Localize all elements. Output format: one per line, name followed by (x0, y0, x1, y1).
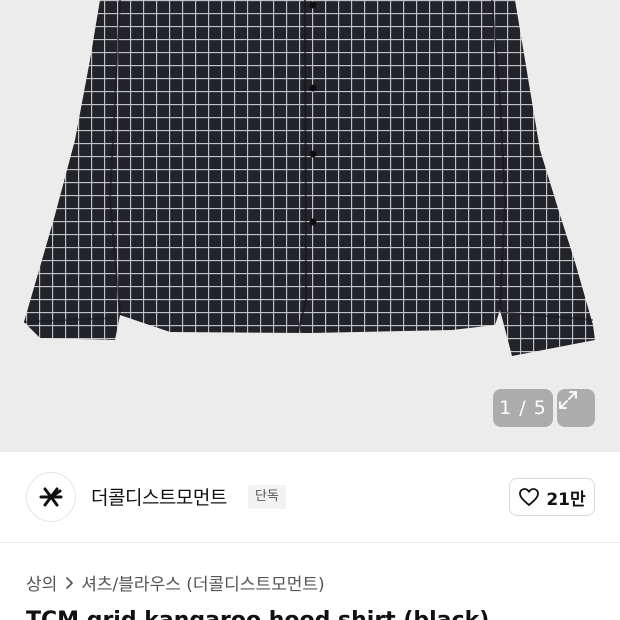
brand-logo[interactable] (26, 472, 76, 522)
like-button[interactable]: 21만 (509, 478, 595, 516)
like-count: 21만 (546, 489, 586, 510)
image-counter: 1 / 5 (493, 389, 553, 427)
exclusive-badge: 단독 (248, 485, 286, 509)
star-logo-icon (39, 487, 63, 507)
expand-icon (559, 391, 577, 409)
brand-row: 더콜디스트모먼트 단독 21만 (0, 452, 620, 542)
product-title: TCM grid kangaroo hood shirt (black) (26, 608, 489, 620)
breadcrumb: 상의 셔츠/블라우스 (더콜디스트모먼트) (26, 570, 325, 595)
breadcrumb-subcategory[interactable]: 셔츠/블라우스 (더콜디스트모먼트) (81, 570, 324, 595)
brand-name[interactable]: 더콜디스트모먼트 (91, 483, 227, 510)
expand-button[interactable] (557, 389, 595, 427)
heart-icon (519, 488, 540, 506)
product-image (23, 0, 595, 356)
product-image-gallery[interactable]: 1 / 5 (0, 0, 620, 452)
divider (0, 542, 620, 543)
breadcrumb-category[interactable]: 상의 (26, 570, 57, 595)
chevron-right-icon (65, 576, 74, 590)
